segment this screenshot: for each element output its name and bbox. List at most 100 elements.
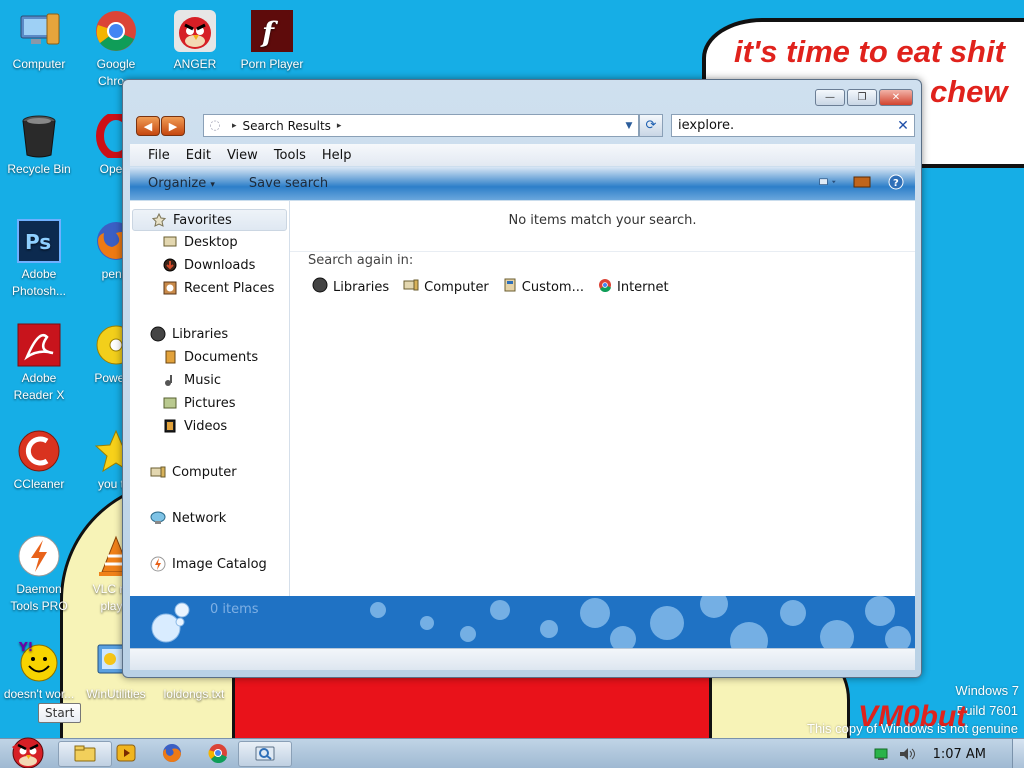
nav-documents[interactable]: Documents: [162, 349, 258, 365]
libraries-icon: [312, 277, 328, 297]
nav-downloads[interactable]: Downloads: [162, 257, 255, 273]
breadcrumb-search-results[interactable]: Search Results: [243, 119, 331, 133]
search-again-libraries[interactable]: Libraries: [312, 277, 389, 297]
pictures-icon: [162, 395, 178, 411]
decorative-bubble: [780, 600, 806, 626]
search-again-computer[interactable]: Computer: [403, 277, 489, 297]
nav-libraries[interactable]: Libraries: [150, 326, 228, 342]
search-again-custom[interactable]: Custom...: [503, 277, 584, 297]
organize-dropdown-icon: ▾: [210, 180, 215, 190]
minimize-button[interactable]: —: [815, 89, 845, 106]
recycle-bin-icon: [16, 113, 62, 159]
taskbar-explorer[interactable]: [58, 741, 112, 767]
item-count: 0 items: [210, 602, 259, 617]
taskbar-chrome[interactable]: [198, 741, 238, 767]
start-button[interactable]: [4, 733, 50, 768]
save-search-button[interactable]: Save search: [249, 176, 328, 191]
videos-icon: [162, 418, 178, 434]
address-bar[interactable]: ◌ ▸ Search Results ▸ ▼: [203, 114, 639, 137]
desktop-icon-porn-player[interactable]: f Porn Player: [234, 8, 310, 73]
computer-icon: [403, 278, 419, 296]
network-status-icon[interactable]: [873, 746, 891, 762]
nav-desktop[interactable]: Desktop: [162, 234, 238, 250]
preview-pane-icon[interactable]: [853, 174, 871, 190]
menu-edit[interactable]: Edit: [178, 148, 219, 163]
nav-computer[interactable]: Computer: [150, 464, 237, 480]
nav-favorites[interactable]: Favorites: [132, 209, 287, 231]
details-pane: 0 items: [130, 596, 915, 648]
svg-text:Y!: Y!: [18, 640, 33, 654]
decorative-bubble: [610, 626, 636, 648]
decorative-bubble: [580, 598, 610, 628]
downloads-icon: [162, 257, 178, 273]
decorative-bubble: [865, 596, 895, 626]
system-tray: 1:07 AM: [873, 739, 1024, 768]
command-bar: Organize ▾ Save search ?: [130, 167, 915, 200]
desktop-icon-daemon-tools[interactable]: Daemon Tools PRO: [1, 533, 77, 615]
menu-help[interactable]: Help: [314, 148, 360, 163]
computer-icon: [150, 464, 166, 480]
search-again-internet[interactable]: Internet: [598, 277, 669, 297]
start-tooltip: Start: [38, 703, 82, 723]
decorative-bubble: [490, 600, 510, 620]
menu-tools[interactable]: Tools: [266, 148, 314, 163]
nav-pictures[interactable]: Pictures: [162, 395, 235, 411]
watermark-genuine: This copy of Windows is not genuine: [807, 721, 1018, 736]
menu-bar: File Edit View Tools Help: [130, 144, 915, 166]
decorative-bubble: [540, 620, 558, 638]
desktop-icon-yahoo[interactable]: Y! doesn't wor...: [1, 638, 77, 703]
desktop-icon-recycle-bin[interactable]: Recycle Bin: [1, 113, 77, 178]
desktop-icon-chrome[interactable]: Google Chro...: [78, 8, 154, 90]
close-button[interactable]: ✕: [879, 89, 913, 106]
decorative-bubble: [420, 616, 434, 630]
desktop-icon-anger[interactable]: ANGER: [157, 8, 233, 73]
decorative-bubble: [650, 606, 684, 640]
desktop-icon-computer[interactable]: Computer: [1, 8, 77, 73]
recent-places-icon: [162, 280, 178, 296]
angry-bird-icon: [172, 8, 218, 54]
nav-music[interactable]: Music: [162, 372, 221, 388]
clock[interactable]: 1:07 AM: [933, 747, 986, 762]
menu-file[interactable]: File: [140, 148, 178, 163]
search-input[interactable]: iexplore. ✕: [671, 114, 915, 137]
organize-button[interactable]: Organize ▾: [148, 176, 215, 191]
firefox-icon: [162, 743, 182, 766]
show-desktop-button[interactable]: [1012, 739, 1024, 768]
search-window-icon: [254, 744, 276, 765]
nav-recent-places[interactable]: Recent Places: [162, 280, 274, 296]
nav-network[interactable]: Network: [150, 510, 226, 526]
forward-button[interactable]: ▶: [161, 116, 185, 136]
taskbar-media-player[interactable]: [106, 741, 146, 767]
status-bar: [130, 648, 915, 670]
nav-videos[interactable]: Videos: [162, 418, 227, 434]
explorer-window[interactable]: — ❐ ✕ ◀ ▶ ◌ ▸ Search Results ▸ ▼ ⟳ iexpl…: [122, 79, 922, 678]
decorative-bubble: [700, 596, 728, 618]
acrobat-icon: [16, 322, 62, 368]
help-icon[interactable]: ?: [887, 174, 905, 190]
computer-icon: [16, 8, 62, 54]
taskbar-search-window[interactable]: [238, 741, 292, 767]
menu-view[interactable]: View: [219, 148, 266, 163]
breadcrumb-chevron-icon[interactable]: ▸: [337, 121, 342, 131]
clear-search-icon[interactable]: ✕: [892, 118, 914, 134]
refresh-button[interactable]: ⟳: [639, 114, 663, 137]
breadcrumb-chevron-icon: ▸: [232, 120, 237, 131]
ccleaner-icon: [16, 428, 62, 474]
desktop-icon-photoshop[interactable]: Ps Adobe Photosh...: [1, 218, 77, 300]
bubbles-icon: [150, 602, 190, 643]
taskbar-firefox[interactable]: [152, 741, 192, 767]
desktop-icon-ccleaner[interactable]: CCleaner: [1, 428, 77, 493]
content-pane: No items match your search. Search again…: [290, 201, 915, 596]
desktop-icon-acrobat[interactable]: Adobe Reader X: [1, 322, 77, 404]
address-dropdown-icon[interactable]: ▼: [620, 121, 638, 131]
speech-text-line1: it's time to eat shit: [734, 34, 1005, 69]
change-view-icon[interactable]: [819, 174, 837, 190]
back-arrow-icon: ◀: [143, 119, 153, 133]
nav-image-catalog[interactable]: Image Catalog: [150, 556, 267, 572]
back-button[interactable]: ◀: [136, 116, 160, 136]
maximize-button[interactable]: ❐: [847, 89, 877, 106]
volume-icon[interactable]: [899, 746, 917, 762]
custom-folder-icon: [503, 277, 517, 297]
search-query[interactable]: iexplore.: [678, 118, 734, 133]
chrome-icon: [93, 8, 139, 54]
